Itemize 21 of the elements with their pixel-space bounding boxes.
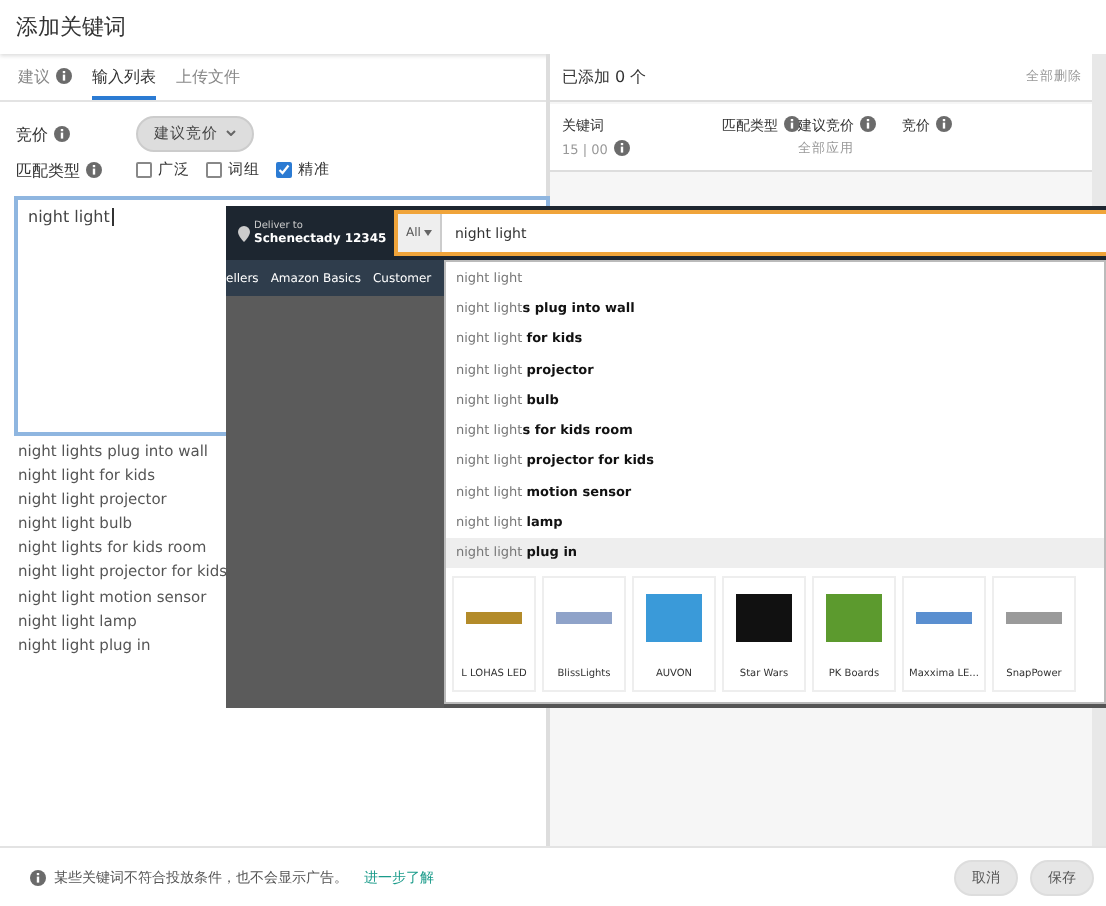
checkbox[interactable] xyxy=(136,162,152,178)
dialog-title: 添加关键词 xyxy=(0,0,1106,54)
location-pin-icon xyxy=(238,225,250,241)
bid-label: 竞价 xyxy=(16,125,48,143)
checkbox[interactable] xyxy=(206,162,222,178)
tab[interactable]: 输入列表 xyxy=(92,56,156,100)
added-count: 已添加 0 个 xyxy=(562,66,647,88)
info-icon xyxy=(860,116,876,132)
info-icon xyxy=(936,116,952,132)
checkbox[interactable] xyxy=(276,162,292,178)
chevron-down-icon xyxy=(226,130,236,136)
caret-icon xyxy=(424,230,433,236)
info-icon xyxy=(30,869,46,885)
info-icon xyxy=(54,125,70,141)
info-icon xyxy=(784,116,800,132)
tab[interactable]: 建议 xyxy=(18,56,72,100)
input-text: night light xyxy=(28,208,114,226)
info-icon xyxy=(613,140,630,156)
tab[interactable]: 上传文件 xyxy=(176,56,240,100)
info-icon xyxy=(86,161,102,177)
match-type-label: 匹配类型 xyxy=(16,161,80,179)
